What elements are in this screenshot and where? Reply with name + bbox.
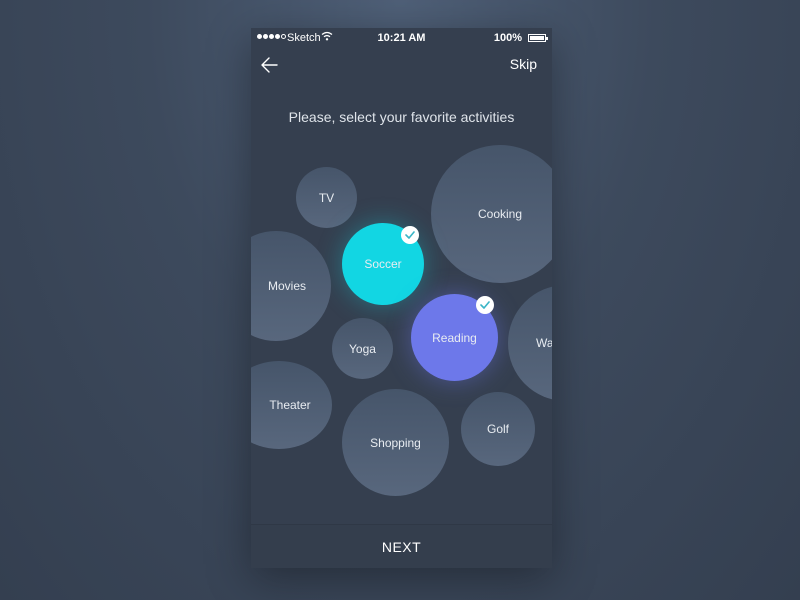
selected-check-reading (476, 296, 494, 314)
activity-label: Cooking (477, 207, 523, 221)
activity-bubble-yoga[interactable]: Yoga (332, 318, 393, 379)
page-title: Please, select your favorite activities (288, 109, 515, 125)
activity-bubble-cooking[interactable]: Cooking (431, 145, 552, 283)
checkmark-icon (480, 301, 490, 309)
checkmark-icon (405, 231, 415, 239)
back-button[interactable] (259, 54, 283, 76)
status-bar: Sketch 10:21 AM 100% (251, 28, 552, 50)
activity-label: Theater (269, 398, 311, 412)
activity-label: Movies (267, 279, 306, 293)
activity-label: Wa (536, 336, 552, 350)
activity-bubble-theater[interactable]: Theater (251, 361, 332, 449)
selected-check-soccer (401, 226, 419, 244)
skip-button[interactable]: Skip (510, 56, 537, 72)
activity-bubble-movies[interactable]: Movies (251, 231, 331, 341)
phone-screen: Sketch 10:21 AM 100% Skip Please, select… (251, 28, 552, 568)
activity-label: Soccer (364, 257, 402, 271)
activity-label: Reading (432, 330, 477, 345)
battery-percentage: 100% (493, 32, 522, 44)
activity-label: Golf (486, 422, 509, 436)
activity-label: Shopping (370, 435, 421, 450)
activity-bubble-golf[interactable]: Golf (461, 392, 535, 466)
activity-bubble-partial[interactable]: Wa (508, 285, 552, 401)
activity-bubble-tv[interactable]: TV (296, 167, 357, 228)
activity-label: TV (318, 190, 335, 205)
arrow-left-icon (261, 57, 278, 73)
next-button[interactable]: NEXT (251, 524, 552, 568)
next-label: NEXT (381, 539, 422, 555)
activity-bubble-shopping[interactable]: Shopping (342, 389, 449, 496)
activity-label: Yoga (349, 341, 376, 356)
battery-icon (528, 34, 548, 42)
